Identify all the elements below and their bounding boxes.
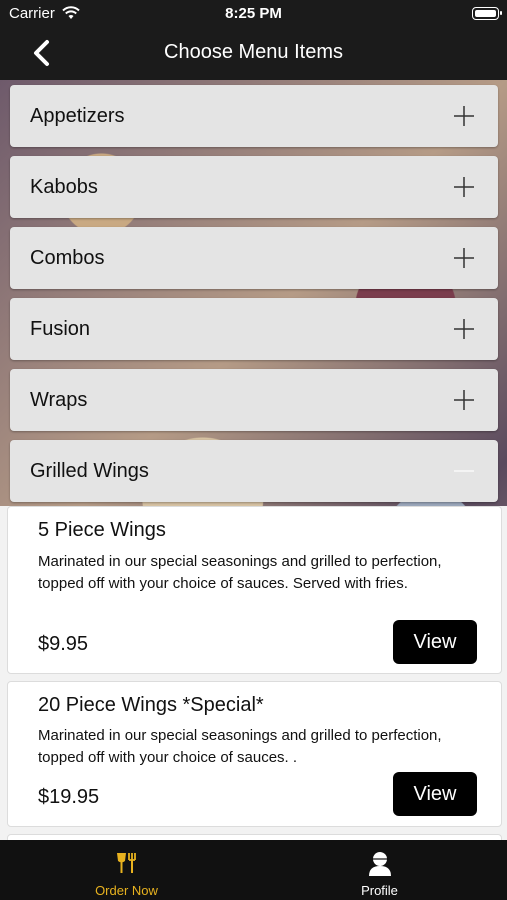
plus-icon: [454, 319, 474, 339]
category-grilled-wings[interactable]: Grilled Wings: [10, 440, 498, 502]
item-price: $19.95: [38, 786, 100, 808]
status-time: 8:25 PM: [225, 5, 282, 22]
menu-item-card[interactable]: 20 Piece Wings *Special* Marinated in ou…: [7, 681, 502, 827]
tab-bar: Order Now Profile: [0, 840, 507, 900]
item-description: Marinated in our special seasonings and …: [38, 727, 442, 766]
tab-label: Order Now: [95, 883, 158, 898]
minus-icon: [454, 470, 474, 472]
category-label: Fusion: [30, 318, 91, 340]
battery-icon: [472, 7, 502, 20]
food-icon: [116, 853, 136, 873]
navigation-bar: Choose Menu Items: [0, 28, 507, 80]
category-fusion[interactable]: Fusion: [10, 298, 498, 360]
item-price: $9.95: [38, 633, 89, 655]
view-button[interactable]: View: [393, 772, 477, 816]
category-label: Kabobs: [30, 176, 98, 198]
category-label: Appetizers: [30, 105, 125, 127]
category-kabobs[interactable]: Kabobs: [10, 156, 498, 218]
user-icon: [368, 852, 391, 876]
plus-icon: [454, 106, 474, 126]
grilled-wings-items: 5 Piece Wings Marinated in our special s…: [0, 506, 507, 840]
item-description: Marinated in our special seasonings and …: [38, 553, 442, 592]
item-name: 5 Piece Wings: [38, 519, 166, 541]
plus-icon: [454, 177, 474, 197]
item-name: 20 Piece Wings *Special*: [38, 694, 264, 716]
category-label: Combos: [30, 247, 105, 269]
tab-order-now[interactable]: Order Now: [0, 840, 253, 900]
plus-icon: [454, 248, 474, 268]
page-title: Choose Menu Items: [164, 41, 343, 63]
category-label: Wraps: [30, 389, 88, 411]
category-label: Grilled Wings: [30, 460, 149, 482]
view-button[interactable]: View: [393, 620, 477, 664]
tab-profile[interactable]: Profile: [253, 840, 506, 900]
tab-label: Profile: [361, 883, 398, 898]
category-combos[interactable]: Combos: [10, 227, 498, 289]
plus-icon: [454, 390, 474, 410]
menu-content[interactable]: Appetizers Kabobs Combos Fusion Wraps Gr…: [0, 80, 507, 840]
menu-item-card[interactable]: 5 Piece Wings Marinated in our special s…: [7, 506, 502, 674]
status-bar: Carrier 8:25 PM: [0, 0, 507, 28]
category-wraps[interactable]: Wraps: [10, 369, 498, 431]
category-appetizers[interactable]: Appetizers: [10, 85, 498, 147]
